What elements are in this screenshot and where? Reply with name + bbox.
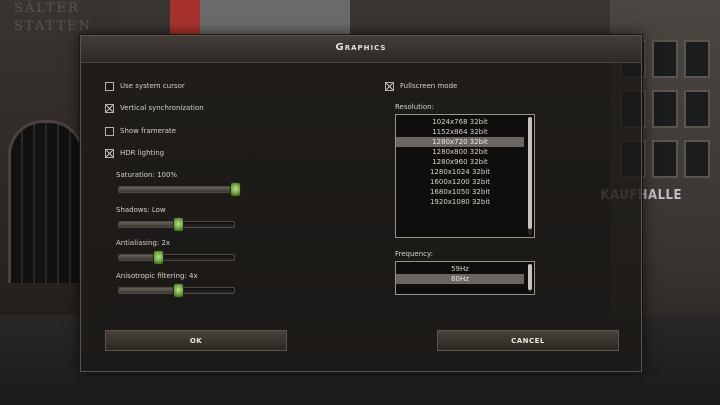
checkbox[interactable] bbox=[105, 148, 114, 158]
checkbox[interactable] bbox=[105, 81, 114, 91]
option-label: HDR lighting bbox=[120, 149, 165, 157]
shadows-label: Shadows: Low bbox=[116, 206, 166, 214]
option-label: Vertical synchronization bbox=[120, 104, 204, 112]
resolution-option[interactable]: 1280x720 32bit bbox=[396, 137, 524, 147]
option-label: Use system cursor bbox=[120, 82, 185, 90]
window bbox=[684, 140, 710, 178]
title-bar: Graphics bbox=[81, 36, 641, 63]
option-label: Show framerate bbox=[120, 127, 177, 135]
frequency-label: Frequency: bbox=[395, 250, 434, 258]
scroll-thumb[interactable] bbox=[528, 117, 532, 229]
saturation-slider[interactable] bbox=[118, 182, 241, 197]
window bbox=[652, 140, 678, 178]
resolution-option[interactable]: 1152x864 32bit bbox=[396, 127, 524, 137]
resolution-option[interactable]: 1280x800 32bit bbox=[396, 147, 524, 157]
shadows-slider[interactable] bbox=[118, 217, 235, 232]
frequency-list[interactable]: 59Hz 60Hz bbox=[395, 261, 535, 295]
option-show-framerate[interactable]: Show framerate bbox=[105, 125, 176, 137]
frequency-option[interactable]: 59Hz bbox=[396, 264, 524, 274]
frequency-scrollbar[interactable] bbox=[528, 264, 532, 292]
slider-thumb[interactable] bbox=[172, 283, 184, 298]
slider-fill bbox=[119, 288, 177, 293]
option-use-system-cursor[interactable]: Use system cursor bbox=[105, 80, 185, 92]
antialiasing-slider[interactable] bbox=[118, 250, 235, 265]
antialiasing-label: Antialiasing: 2x bbox=[116, 239, 171, 247]
slider-thumb[interactable] bbox=[230, 182, 241, 197]
resolution-option[interactable]: 1680x1050 32bit bbox=[396, 187, 524, 197]
option-fullscreen-mode[interactable]: Fullscreen mode bbox=[385, 80, 457, 92]
left-building-sign: SÄLTER STATTEN bbox=[14, 1, 92, 34]
ok-button[interactable]: OK bbox=[105, 330, 287, 351]
slider-fill bbox=[119, 255, 157, 260]
option-vertical-synchronization[interactable]: Vertical synchronization bbox=[105, 102, 204, 114]
slider-thumb[interactable] bbox=[172, 217, 184, 232]
left-building-arch bbox=[8, 120, 84, 283]
checkbox[interactable] bbox=[105, 103, 114, 113]
window bbox=[684, 40, 710, 78]
resolution-list[interactable]: 1024x768 32bit 1152x864 32bit 1280x720 32b… bbox=[395, 114, 535, 238]
resolution-option[interactable]: 1024x768 32bit bbox=[396, 117, 524, 127]
graphics-dialog: Graphics Use system cursor Vertical sync… bbox=[80, 35, 642, 372]
window bbox=[652, 40, 678, 78]
checkbox[interactable] bbox=[105, 126, 114, 136]
option-hdr-lighting[interactable]: HDR lighting bbox=[105, 147, 164, 159]
resolution-option[interactable]: 1600x1200 32bit bbox=[396, 177, 524, 187]
anisotropic-filtering-label: Anisotropic filtering: 4x bbox=[116, 272, 198, 280]
window bbox=[684, 90, 710, 128]
resolution-scrollbar[interactable] bbox=[528, 117, 532, 235]
saturation-label: Saturation: 100% bbox=[116, 171, 178, 179]
anisotropic-filtering-slider[interactable] bbox=[118, 283, 235, 298]
slider-fill bbox=[119, 222, 177, 227]
resolution-option[interactable]: 1280x1024 32bit bbox=[396, 167, 524, 177]
scroll-thumb[interactable] bbox=[528, 264, 532, 290]
slider-thumb[interactable] bbox=[152, 250, 164, 265]
option-label: Fullscreen mode bbox=[400, 82, 458, 90]
window bbox=[652, 90, 678, 128]
resolution-option[interactable]: 1920x1080 32bit bbox=[396, 197, 524, 207]
sky bbox=[200, 0, 350, 40]
checkbox[interactable] bbox=[385, 81, 394, 91]
slider-fill bbox=[119, 187, 234, 192]
cancel-button[interactable]: CANCEL bbox=[437, 330, 619, 351]
resolution-option[interactable]: 1280x960 32bit bbox=[396, 157, 524, 167]
dialog-title: Graphics bbox=[335, 42, 387, 53]
frequency-option[interactable]: 60Hz bbox=[396, 274, 524, 284]
resolution-label: Resolution: bbox=[395, 103, 434, 111]
